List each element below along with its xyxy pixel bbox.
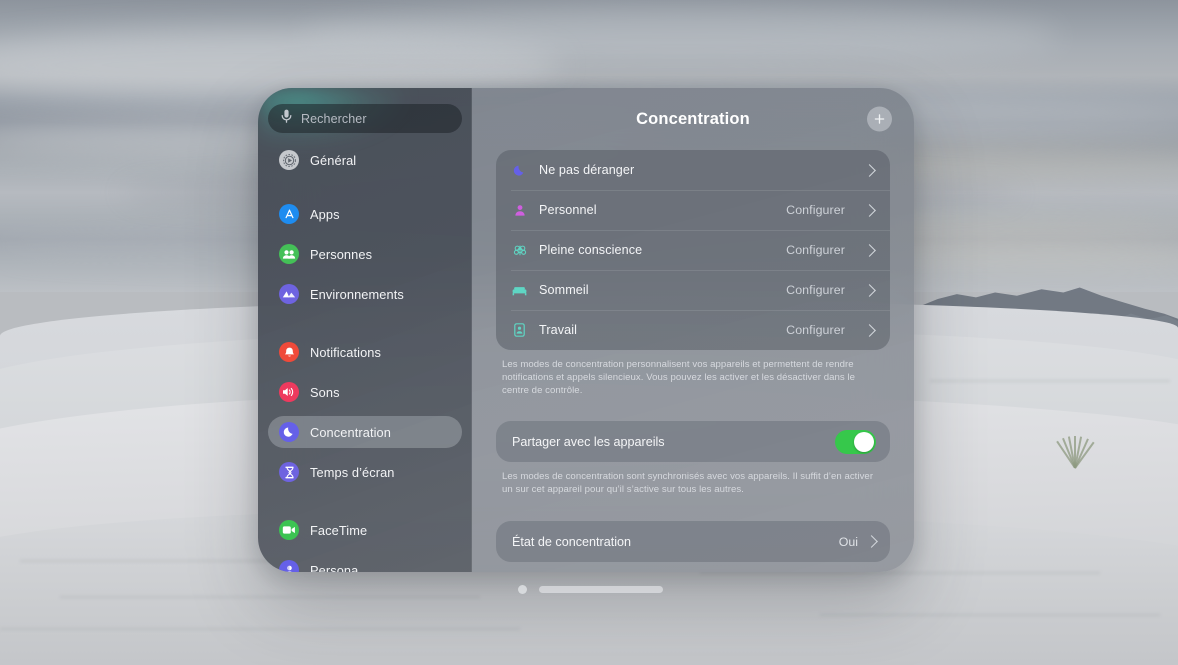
speaker-icon [279,382,299,402]
content-panel: Concentration Ne pas déranger Personnel … [472,88,914,572]
page-title: Concentration [636,109,750,128]
focus-row-label: Personnel [539,203,597,217]
sidebar-item-label: Personnes [310,246,373,262]
sidebar-nav: Général Apps Personnes Environnements No… [268,144,462,572]
toggle-knob [854,431,874,452]
settings-window: Rechercher Général Apps Personnes Enviro… [258,88,914,572]
sidebar-item-label: Général [310,152,357,168]
brain-icon [511,242,528,259]
sidebar-item-label: Persona [310,562,359,573]
persona-icon [279,560,299,572]
share-with-devices-label: Partager avec les appareils [512,434,665,449]
focus-row-sleep[interactable]: Sommeil Configurer [496,270,890,310]
focus-row-action: Configurer [786,323,845,337]
focus-row-mindfulness[interactable]: Pleine conscience Configurer [496,230,890,270]
sand-ripple [700,572,1100,574]
search-placeholder: Rechercher [301,111,367,126]
focus-row-work[interactable]: Travail Configurer [496,310,890,350]
focus-modes-note: Les modes de concentration personnalisen… [502,359,856,396]
sidebar-item-label: Environnements [310,286,404,302]
person-icon [511,202,528,219]
moon-icon [511,162,528,179]
focus-status-note-clipped [496,562,890,572]
sidebar-item-concentration[interactable]: Concentration [268,416,462,448]
close-window-button[interactable] [518,585,527,594]
microphone-icon [281,109,292,129]
focus-modes-list: Ne pas déranger Personnel Configurer Ple… [496,150,890,350]
cloud-band [300,8,1060,66]
search-field[interactable]: Rechercher [268,104,462,133]
sand-ripple [60,596,480,598]
window-controls [518,585,663,594]
badge-icon [511,322,528,339]
focus-status-label: État de concentration [512,534,632,549]
gear-icon [279,150,299,170]
sidebar-item-label: Temps d’écran [310,464,395,480]
sidebar-item-apps[interactable]: Apps [268,198,462,230]
sidebar-item-environments[interactable]: Environnements [268,278,462,310]
chevron-right-icon [865,535,878,548]
focus-status-row[interactable]: État de concentration Oui [496,521,890,562]
focus-row-do-not-disturb[interactable]: Ne pas déranger [496,150,890,190]
focus-row-label: Travail [539,323,578,337]
sidebar-item-people[interactable]: Personnes [268,238,462,270]
focus-row-label: Sommeil [539,283,589,297]
hourglass-icon [279,462,299,482]
people-icon [279,244,299,264]
bell-icon [279,342,299,362]
chevron-right-icon [863,203,876,217]
chevron-right-icon [863,163,876,177]
share-with-devices-toggle[interactable] [835,429,876,454]
sand-ripple [930,380,1170,382]
focus-row-label: Pleine conscience [539,243,643,257]
bed-icon [511,282,528,299]
mountains-icon [279,284,299,304]
content-header: Concentration [496,88,892,150]
sidebar-item-screen-time[interactable]: Temps d’écran [268,456,462,488]
focus-row-action: Configurer [786,283,845,297]
sand-ripple [820,614,1160,616]
sidebar: Rechercher Général Apps Personnes Enviro… [258,88,472,572]
focus-row-label: Ne pas déranger [539,163,635,177]
sidebar-item-general[interactable]: Général [268,144,462,176]
focus-status-value: Oui [838,534,858,549]
window-drag-handle[interactable] [539,586,663,593]
share-with-devices-note: Les modes de concentration sont synchron… [502,471,874,495]
sidebar-item-sounds[interactable]: Sons [268,376,462,408]
moon-icon [279,422,299,442]
sidebar-item-label: Apps [310,206,340,222]
sidebar-item-facetime[interactable]: FaceTime [268,514,462,546]
desert-bush [1048,430,1102,469]
focus-row-personal[interactable]: Personnel Configurer [496,190,890,230]
sidebar-item-label: Sons [310,384,340,400]
share-with-devices-row[interactable]: Partager avec les appareils [496,421,890,462]
video-camera-icon [279,520,299,540]
focus-row-action: Configurer [786,243,845,257]
app-store-icon [279,204,299,224]
focus-row-action: Configurer [786,203,845,217]
sidebar-item-label: Concentration [310,424,391,440]
sidebar-item-persona[interactable]: Persona [268,554,462,572]
chevron-right-icon [863,283,876,297]
chevron-right-icon [863,243,876,257]
add-focus-button[interactable] [867,106,892,132]
sidebar-item-label: Notifications [310,344,382,360]
sand-ripple [0,628,520,630]
chevron-right-icon [863,323,876,337]
sidebar-item-label: FaceTime [310,522,368,538]
sidebar-item-notifications[interactable]: Notifications [268,336,462,368]
